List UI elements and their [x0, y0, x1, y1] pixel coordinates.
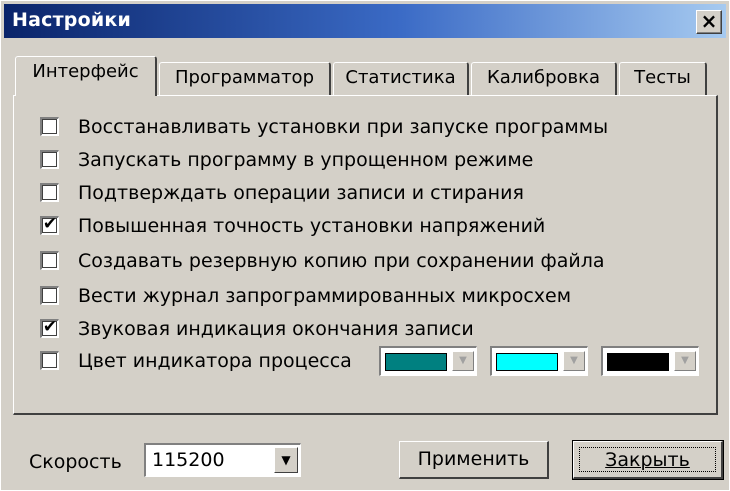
tab-label: Интерфейс [32, 61, 139, 82]
option-label: Подтверждать операции записи и стирания [78, 182, 524, 204]
tab-label: Тесты [634, 67, 691, 88]
title-bar[interactable]: Настройки × [4, 4, 726, 38]
color-picker-3[interactable]: ▼ [601, 346, 699, 376]
color-swatch [385, 353, 447, 371]
speed-select[interactable]: 115200 ▼ [144, 443, 301, 477]
check-icon [42, 349, 58, 365]
check-icon: ✔ [42, 317, 58, 337]
apply-button[interactable]: Применить [399, 441, 549, 479]
check-icon [42, 284, 58, 300]
tab-statistics[interactable]: Статистика [333, 62, 469, 96]
checkbox[interactable] [40, 351, 59, 370]
speed-label: Скорость [29, 451, 122, 473]
option-label: Звуковая индикация окончания записи [78, 318, 474, 340]
tab-tests[interactable]: Тесты [619, 62, 707, 96]
color-swatch [607, 353, 669, 371]
tab-label: Калибровка [486, 67, 601, 88]
color-swatch [496, 353, 558, 371]
checkbox[interactable]: ✔ [40, 214, 59, 235]
chevron-down-icon[interactable]: ▼ [452, 351, 474, 371]
option-label: Повышенная точность установки напряжений [78, 215, 546, 237]
color-picker-1[interactable]: ▼ [379, 346, 477, 376]
tab-interface[interactable]: Интерфейс [15, 56, 157, 96]
tab-label: Статистика [345, 67, 456, 88]
checkbox[interactable]: ✔ [40, 317, 59, 338]
tab-programmer[interactable]: Программатор [159, 62, 331, 96]
checkbox[interactable] [40, 150, 59, 169]
check-icon [42, 148, 58, 164]
window-title: Настройки [12, 9, 131, 31]
chevron-down-icon[interactable]: ▼ [274, 447, 298, 473]
close-button[interactable]: Закрыть [572, 440, 724, 480]
checkbox[interactable] [40, 183, 59, 202]
close-icon[interactable]: × [696, 10, 722, 34]
checkbox[interactable] [40, 286, 59, 305]
speed-value: 115200 [152, 449, 225, 471]
option-label: Цвет индикатора процесса [78, 350, 352, 372]
checkbox[interactable] [40, 251, 59, 270]
check-icon: ✔ [42, 214, 58, 234]
option-label: Вести журнал запрограммированных микросх… [78, 285, 572, 307]
check-icon [42, 249, 58, 265]
color-picker-2[interactable]: ▼ [490, 346, 588, 376]
chevron-down-icon[interactable]: ▼ [674, 351, 696, 371]
tab-calibration[interactable]: Калибровка [471, 62, 617, 96]
tab-label: Программатор [175, 67, 314, 88]
option-label: Создавать резервную копию при сохранении… [78, 250, 605, 272]
checkbox[interactable] [40, 117, 59, 136]
option-label: Восстанавливать установки при запуске пр… [78, 116, 609, 138]
close-button-label: Закрыть [605, 449, 690, 471]
chevron-down-icon[interactable]: ▼ [563, 351, 585, 371]
settings-dialog: Настройки × Интерфейс Программатор Стати… [0, 0, 730, 491]
check-icon [42, 181, 58, 197]
option-label: Запускать программу в упрощенном режиме [78, 149, 534, 171]
apply-button-label: Применить [417, 448, 530, 470]
check-icon [42, 115, 58, 131]
